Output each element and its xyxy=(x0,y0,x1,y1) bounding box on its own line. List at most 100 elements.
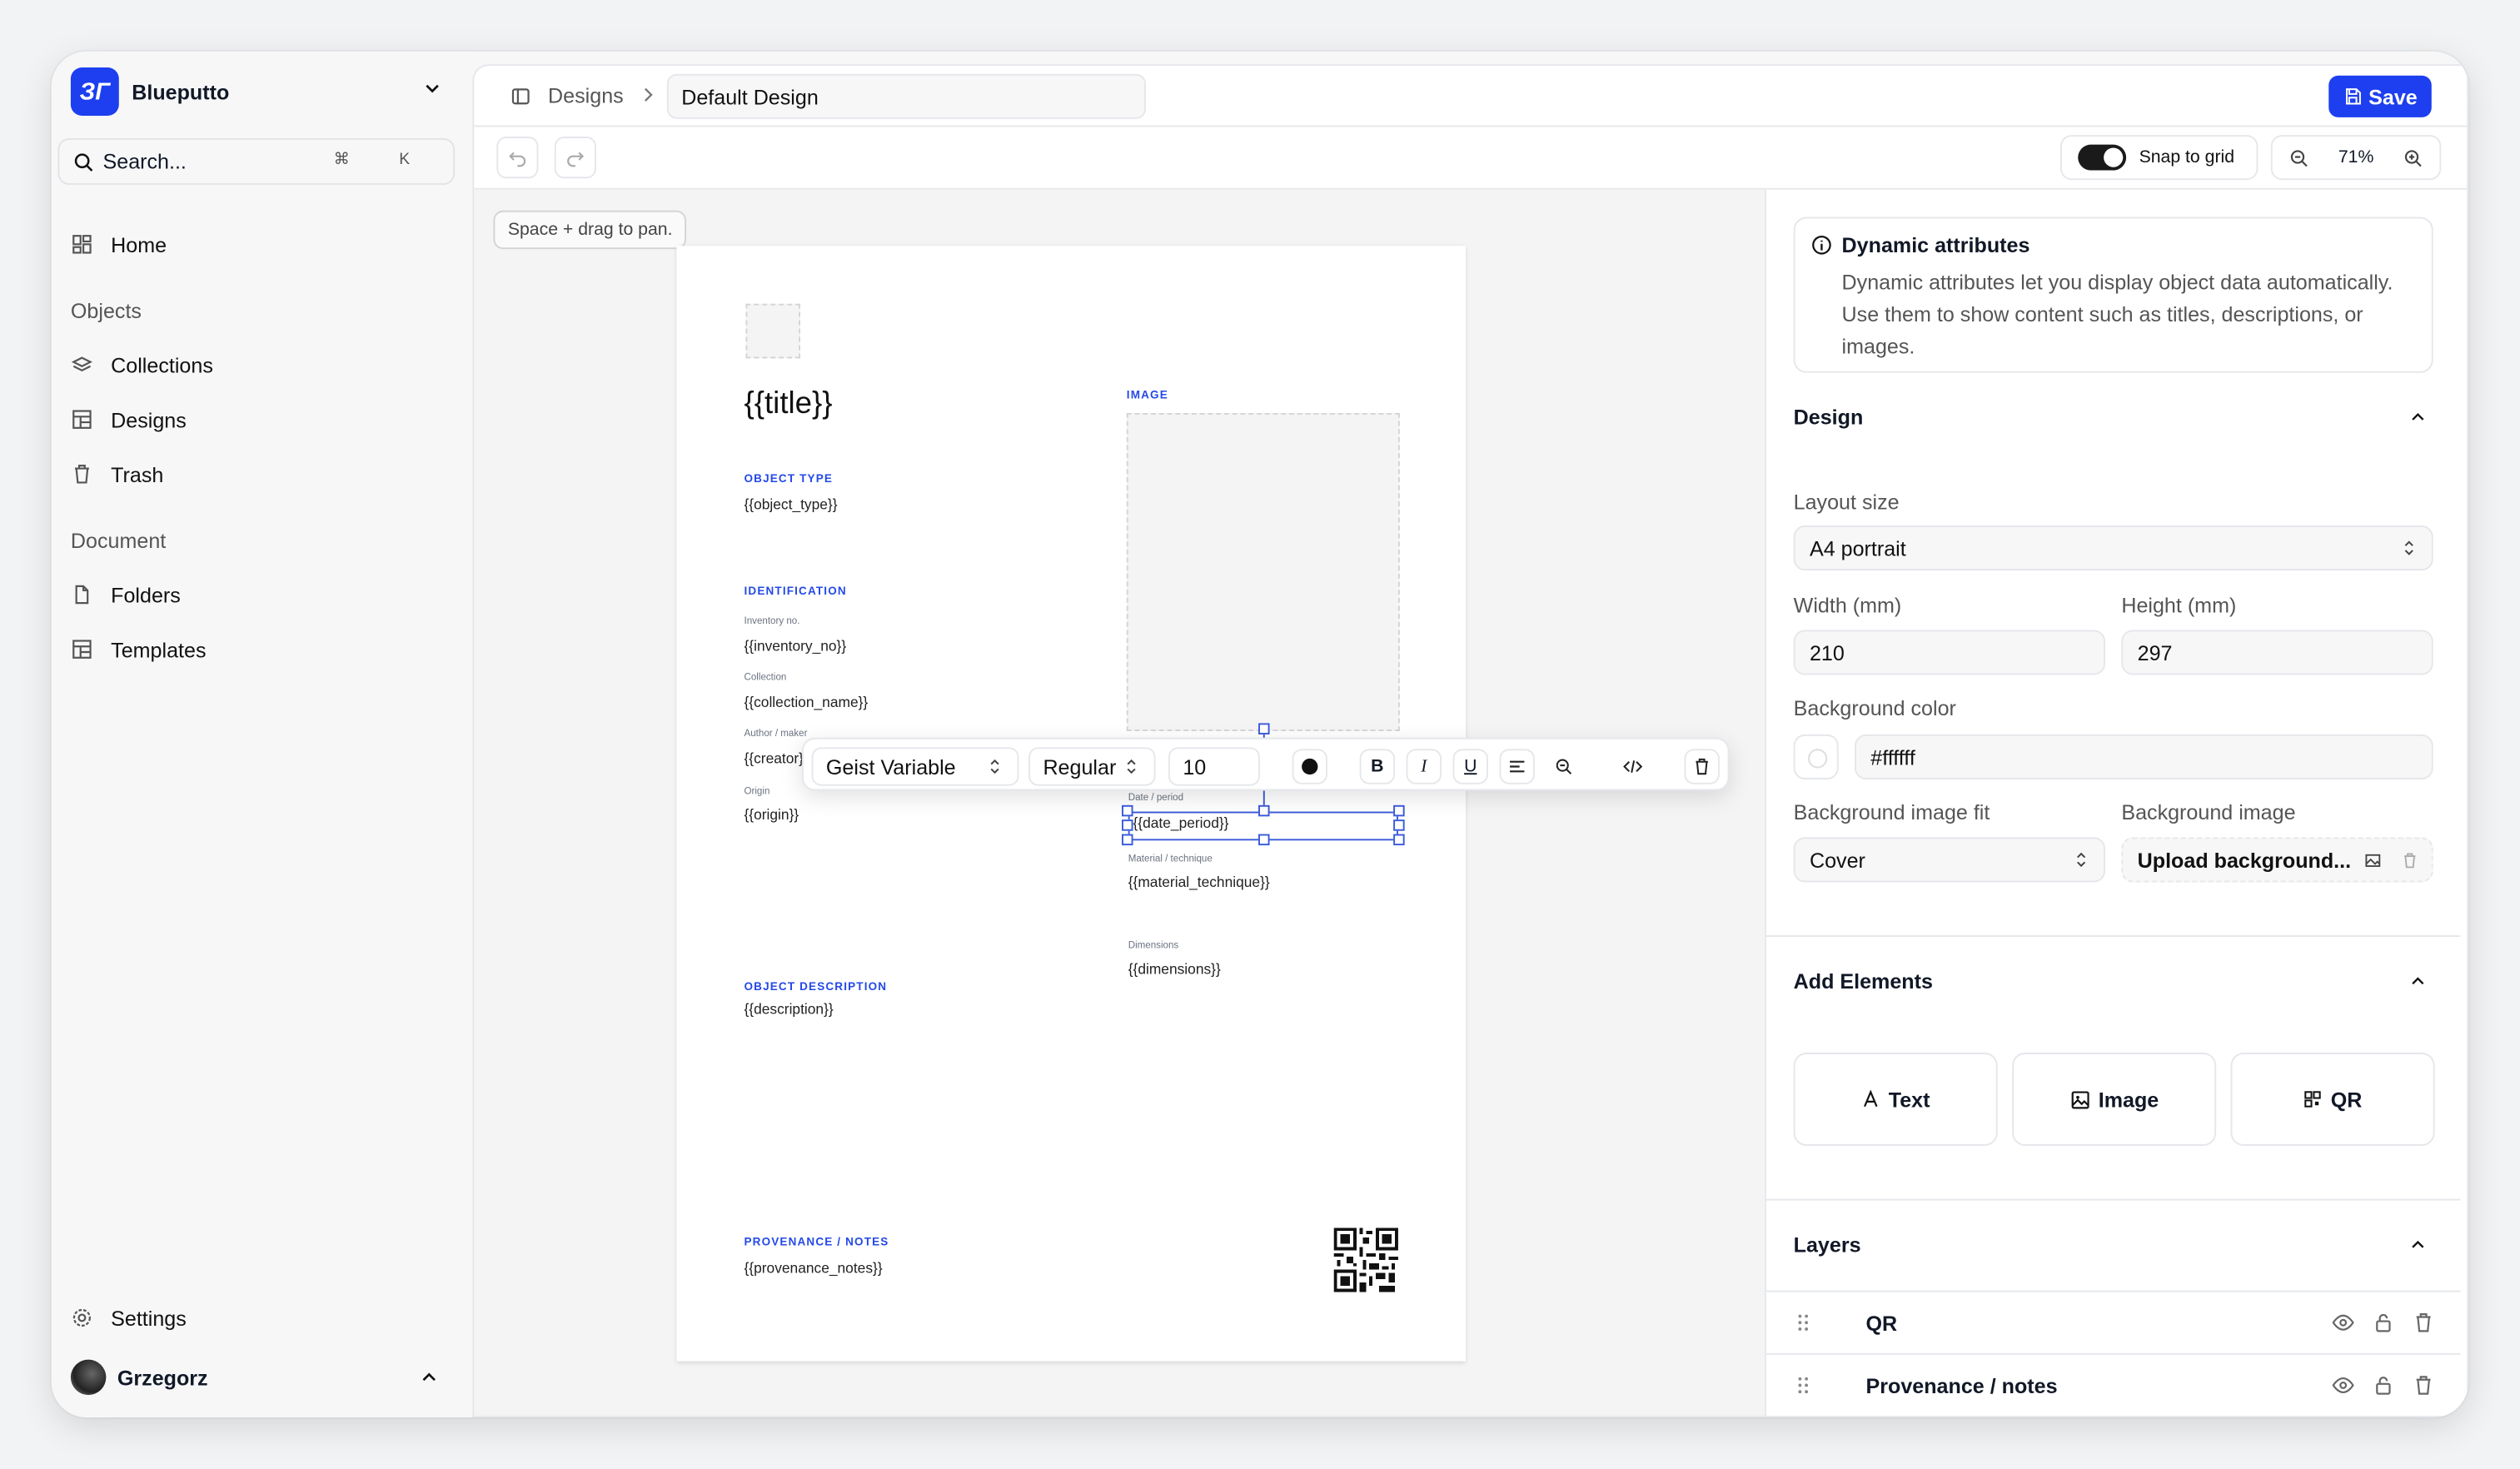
description-field[interactable]: {{description}} xyxy=(744,1001,833,1017)
layers-header[interactable]: Layers xyxy=(1794,1232,1861,1257)
app-window: ЗГ Blueputto Search... ⌘ K Home Objects … xyxy=(51,51,2469,1418)
design-section-header[interactable]: Design xyxy=(1794,405,1864,429)
bg-color-field[interactable]: #ffffff xyxy=(1854,734,2433,779)
object-type-label[interactable]: OBJECT TYPE xyxy=(744,474,833,486)
drag-handle-icon[interactable] xyxy=(1797,1313,1810,1332)
underline-button[interactable]: U xyxy=(1452,749,1488,784)
collection-field[interactable]: {{collection_name}} xyxy=(744,695,868,710)
breadcrumb[interactable]: Designs xyxy=(548,83,624,107)
search-input[interactable]: Search... ⌘ K xyxy=(57,137,456,185)
author-field[interactable]: {{creator}} xyxy=(744,750,808,766)
add-qr-button[interactable]: QR xyxy=(2230,1053,2435,1146)
description-label[interactable]: OBJECT DESCRIPTION xyxy=(744,982,887,993)
font-size-input[interactable]: 10 xyxy=(1168,747,1260,786)
eye-icon[interactable] xyxy=(2332,1374,2354,1397)
zoom-to-element-button[interactable] xyxy=(1546,749,1581,784)
chevron-up-icon[interactable] xyxy=(2408,406,2428,427)
sidebar-item-trash[interactable]: Trash xyxy=(71,453,163,495)
logo-placeholder[interactable] xyxy=(745,303,801,359)
height-label: Height (mm) xyxy=(2121,593,2237,618)
design-page[interactable]: {{title}} IMAGE OBJECT TYPE {{object_typ… xyxy=(676,246,1466,1362)
layer-row[interactable]: QR xyxy=(1765,1290,2461,1353)
font-weight-select[interactable]: Regular xyxy=(1028,747,1156,786)
sidebar-item-settings[interactable]: Settings xyxy=(71,1297,187,1338)
resize-handle-ne[interactable] xyxy=(1393,804,1405,817)
workspace-switcher[interactable]: ЗГ Blueputto xyxy=(70,67,450,116)
inventory-field[interactable]: {{inventory_no}} xyxy=(744,638,846,654)
redo-button[interactable] xyxy=(554,137,596,179)
add-image-button[interactable]: Image xyxy=(2012,1053,2217,1146)
file-icon xyxy=(71,584,97,606)
collection-label[interactable]: Collection xyxy=(744,674,786,684)
qr-code[interactable] xyxy=(1333,1227,1398,1292)
resize-handle-sw[interactable] xyxy=(1122,834,1133,846)
trash-icon[interactable] xyxy=(2401,852,2418,869)
dimensions-label[interactable]: Dimensions xyxy=(1128,942,1179,952)
resize-handle-n[interactable] xyxy=(1258,804,1270,817)
zoom-out-icon[interactable] xyxy=(2288,147,2309,168)
save-button[interactable]: Save xyxy=(2328,75,2432,117)
delete-element-button[interactable] xyxy=(1684,749,1720,784)
unlock-icon[interactable] xyxy=(2372,1312,2394,1334)
sidebar-item-label: Home xyxy=(111,232,167,256)
text-color-button[interactable] xyxy=(1292,749,1328,784)
bold-button[interactable]: B xyxy=(1359,749,1396,784)
resize-handle-w[interactable] xyxy=(1122,819,1133,831)
title-field[interactable]: {{title}} xyxy=(744,387,832,422)
sidebar-toggle-icon[interactable] xyxy=(510,85,532,107)
material-label[interactable]: Material / technique xyxy=(1128,855,1213,865)
image-placeholder[interactable] xyxy=(1126,412,1400,732)
drag-handle-icon[interactable] xyxy=(1797,1376,1810,1395)
layout-size-select[interactable]: A4 portrait xyxy=(1793,525,2433,571)
align-button[interactable] xyxy=(1499,749,1535,784)
sidebar-item-templates[interactable]: Templates xyxy=(71,629,207,670)
sidebar-item-folders[interactable]: Folders xyxy=(71,574,181,615)
author-label[interactable]: Author / maker xyxy=(744,730,807,739)
resize-handle-nw[interactable] xyxy=(1122,804,1133,817)
chevron-up-icon[interactable] xyxy=(2408,971,2428,992)
date-label[interactable]: Date / period xyxy=(1128,794,1183,804)
rotate-handle[interactable] xyxy=(1258,723,1270,734)
chevron-up-icon[interactable] xyxy=(2408,1234,2428,1255)
width-field[interactable]: 210 xyxy=(1793,630,2106,675)
snap-to-grid-toggle[interactable]: Snap to grid xyxy=(2060,135,2259,181)
height-field[interactable]: 297 xyxy=(2121,630,2433,675)
dynamic-attribute-button[interactable] xyxy=(1615,749,1650,784)
zoom-control: 71% xyxy=(2270,135,2442,181)
resize-handle-e[interactable] xyxy=(1393,819,1405,831)
add-text-button[interactable]: Text xyxy=(1793,1053,1998,1146)
sidebar-item-designs[interactable]: Designs xyxy=(71,399,187,441)
dimensions-field[interactable]: {{dimensions}} xyxy=(1128,961,1221,977)
trash-icon[interactable] xyxy=(2413,1374,2435,1397)
material-field[interactable]: {{material_technique}} xyxy=(1128,874,1270,890)
inventory-label[interactable]: Inventory no. xyxy=(744,617,799,627)
origin-label[interactable]: Origin xyxy=(744,788,769,798)
add-elements-header[interactable]: Add Elements xyxy=(1794,969,1933,993)
identification-label[interactable]: IDENTIFICATION xyxy=(744,586,846,598)
color-swatch[interactable] xyxy=(1793,734,1839,779)
image-section-label[interactable]: IMAGE xyxy=(1127,391,1168,402)
sidebar-item-collections[interactable]: Collections xyxy=(71,344,213,386)
zoom-in-icon[interactable] xyxy=(2403,147,2423,168)
bg-fit-select[interactable]: Cover xyxy=(1793,837,2106,883)
resize-handle-s[interactable] xyxy=(1258,834,1270,846)
italic-button[interactable]: I xyxy=(1406,749,1442,784)
resize-handle-se[interactable] xyxy=(1393,834,1405,846)
user-menu[interactable]: Grzegorz xyxy=(70,1359,208,1396)
bg-image-upload[interactable]: Upload background... xyxy=(2121,837,2433,883)
undo-button[interactable] xyxy=(496,137,539,179)
chevron-up-icon[interactable] xyxy=(418,1366,441,1388)
save-label: Save xyxy=(2368,84,2418,109)
font-family-select[interactable]: Geist Variable xyxy=(811,747,1019,786)
provenance-label[interactable]: PROVENANCE / NOTES xyxy=(744,1237,889,1249)
sidebar-item-home[interactable]: Home xyxy=(71,223,167,265)
provenance-field[interactable]: {{provenance_notes}} xyxy=(744,1260,882,1276)
eye-icon[interactable] xyxy=(2332,1312,2354,1334)
layer-row[interactable]: Provenance / notes xyxy=(1765,1352,2461,1416)
trash-icon[interactable] xyxy=(2413,1312,2435,1334)
origin-field[interactable]: {{origin}} xyxy=(744,807,799,823)
design-canvas[interactable]: Space + drag to pan. {{title}} IMAGE OBJ… xyxy=(474,189,1765,1417)
design-name-input[interactable]: Default Design xyxy=(666,73,1146,119)
unlock-icon[interactable] xyxy=(2372,1374,2394,1397)
object-type-field[interactable]: {{object_type}} xyxy=(744,496,837,512)
